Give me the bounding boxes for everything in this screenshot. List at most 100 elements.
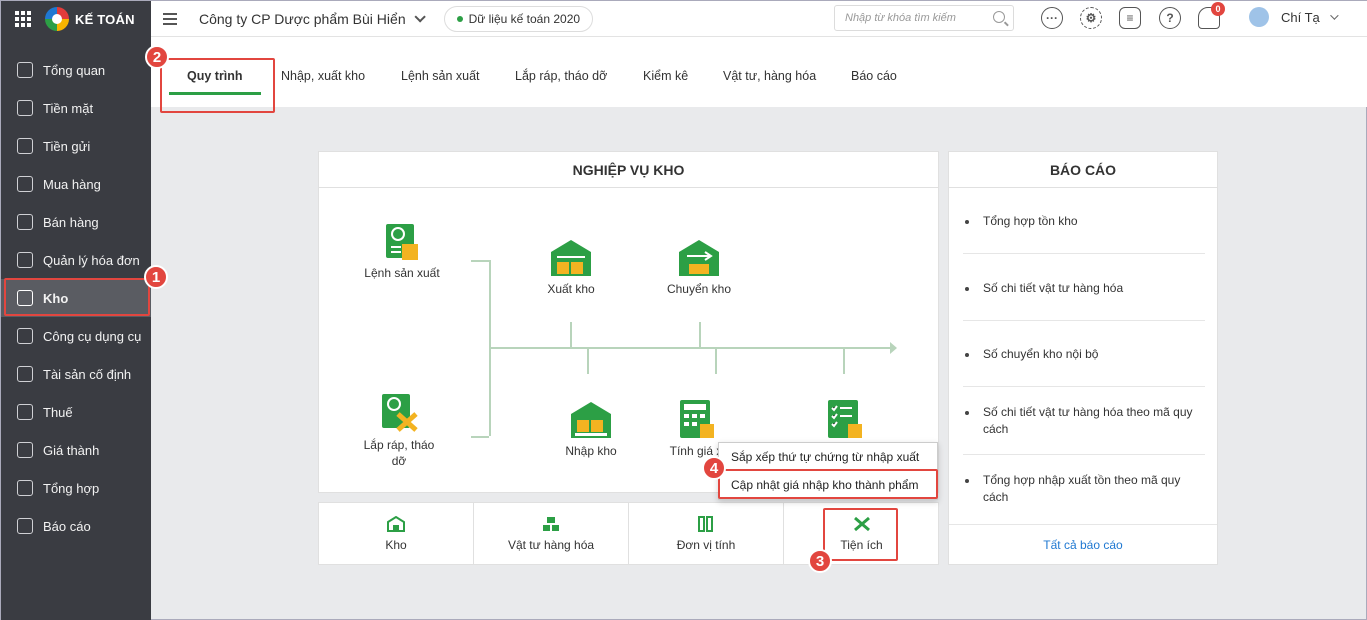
sidebar-item-tong-quan[interactable]: Tổng quan (1, 51, 151, 89)
connector-line (471, 436, 489, 438)
divider (963, 454, 1205, 455)
all-reports-link[interactable]: Tất cả báo cáo (949, 538, 1217, 552)
node-import[interactable]: Nhập kho (551, 400, 631, 459)
sidebar-item-mua-hang[interactable]: Mua hàng (1, 165, 151, 203)
shortcut-vat-tu[interactable]: Vật tư hàng hóa (474, 503, 629, 565)
process-title: NGHIỆP VỤ KHO (319, 152, 938, 188)
report-chart-icon (17, 518, 33, 534)
sidebar-item-hoa-don[interactable]: Quản lý hóa đơn (1, 241, 151, 279)
highlight-box (160, 58, 275, 113)
warehouse-transfer-icon (679, 240, 719, 276)
highlight-box (4, 278, 150, 316)
node-label: Xuất kho (547, 282, 595, 296)
tab-lenh-san-xuat[interactable]: Lệnh sản xuất (401, 69, 480, 83)
car-icon (17, 366, 33, 382)
report-link[interactable]: Tổng hợp nhập xuất tồn theo mã quy cách (963, 472, 1205, 506)
logo-bar: KẾ TOÁN (1, 1, 151, 37)
sidebar-item-label: Mua hàng (43, 176, 101, 192)
shortcut-label: Vật tư hàng hóa (507, 538, 595, 552)
connector-line (587, 349, 589, 374)
divider (963, 253, 1205, 254)
search-input[interactable]: Nhập từ khóa tìm kiếm (834, 5, 1014, 31)
cash-icon (17, 100, 33, 116)
app-grid-icon[interactable] (15, 11, 31, 27)
report-link[interactable]: Tổng hợp tồn kho (963, 213, 1205, 230)
step-badge: 4 (702, 456, 726, 480)
sidebar-item-gia-thanh[interactable]: Giá thành (1, 431, 151, 469)
tools-icon (17, 328, 33, 344)
sidebar-item-label: Công cụ dụng cụ (43, 328, 142, 344)
connector-line (715, 349, 717, 374)
step-badge: 2 (145, 45, 169, 69)
app-logo-icon (45, 7, 69, 31)
tax-icon (17, 404, 33, 420)
company-selector[interactable]: Công ty CP Dược phẩm Bùi Hiển (199, 10, 426, 27)
data-year-label: Dữ liệu kế toán 2020 (468, 11, 581, 26)
assembly-icon (382, 394, 418, 432)
hamburger-menu-icon[interactable] (163, 10, 177, 28)
report-link[interactable]: Số chuyển kho nội bộ (963, 346, 1205, 363)
report-link[interactable]: Số chi tiết vật tư hàng hóa theo mã quy … (963, 404, 1205, 438)
sidebar-item-tong-hop[interactable]: Tổng hợp (1, 469, 151, 507)
chat-bubble-dots-icon[interactable]: ··· (1041, 7, 1063, 29)
node-inventory-check[interactable] (819, 398, 869, 443)
shortcut-don-vi-tinh[interactable]: Đơn vị tính (629, 503, 784, 565)
checklist-icon (828, 400, 862, 438)
step-badge: 3 (808, 549, 832, 573)
tab-bao-cao[interactable]: Báo cáo (851, 69, 897, 83)
menu-item-sort-vouchers[interactable]: Sắp xếp thứ tự chứng từ nhập xuất (719, 443, 937, 471)
node-label: Lắp ráp, tháo dỡ (363, 438, 435, 468)
highlight-box (823, 508, 898, 561)
divider (949, 524, 1217, 525)
notification-badge: 0 (1211, 2, 1225, 16)
node-assembly[interactable]: Lắp ráp, tháo dỡ (357, 392, 441, 469)
sidebar-item-label: Báo cáo (43, 518, 91, 534)
sidebar-item-label: Tiền mặt (43, 100, 94, 116)
help-icon[interactable]: ? (1159, 7, 1181, 29)
avatar (1249, 7, 1269, 27)
boxes-icon (543, 517, 559, 531)
summary-icon (17, 480, 33, 496)
divider (963, 320, 1205, 321)
chevron-down-icon (414, 10, 426, 23)
node-label: Chuyển kho (666, 282, 732, 296)
search-icon[interactable] (993, 11, 1005, 23)
warehouse-import-icon (571, 402, 611, 438)
top-bar: Công ty CP Dược phẩm Bùi Hiển Dữ liệu kế… (151, 1, 1367, 37)
shopping-bag-icon (17, 176, 33, 192)
tab-lap-rap[interactable]: Lắp ráp, tháo dỡ (515, 69, 607, 83)
shortcut-label: Đơn vị tính (676, 538, 736, 552)
module-tabs: Quy trình Nhập, xuất kho Lệnh sản xuất L… (151, 37, 1367, 107)
node-export[interactable]: Xuất kho (531, 238, 611, 297)
sidebar-item-cong-cu[interactable]: Công cụ dụng cụ (1, 317, 151, 355)
tab-vat-tu[interactable]: Vật tư, hàng hóa (723, 69, 816, 83)
data-year-selector[interactable]: Dữ liệu kế toán 2020 (443, 5, 594, 32)
sidebar-item-label: Tổng hợp (43, 480, 100, 496)
status-dot-icon (456, 15, 463, 22)
gear-icon[interactable]: ⚙ (1080, 7, 1102, 29)
sidebar-item-label: Thuế (43, 404, 73, 420)
main-flow-line (489, 347, 894, 349)
message-icon[interactable]: ≡ (1119, 7, 1141, 29)
report-link[interactable]: Số chi tiết vật tư hàng hóa (963, 280, 1205, 297)
node-production-order[interactable]: Lệnh sản xuất (357, 222, 447, 281)
connector-line (471, 260, 489, 262)
ruler-icon (698, 516, 713, 532)
tab-nhap-xuat-kho[interactable]: Nhập, xuất kho (281, 69, 365, 83)
sidebar-item-tien-gui[interactable]: Tiền gửi (1, 127, 151, 165)
sidebar-item-bao-cao[interactable]: Báo cáo (1, 507, 151, 545)
company-name: Công ty CP Dược phẩm Bùi Hiển (199, 10, 406, 27)
tab-kiem-ke[interactable]: Kiểm kê (643, 69, 688, 83)
user-name: Chí Tạ (1281, 9, 1320, 25)
sidebar-item-tien-mat[interactable]: Tiền mặt (1, 89, 151, 127)
bell-icon[interactable]: 0 (1198, 2, 1225, 29)
search-placeholder: Nhập từ khóa tìm kiếm (845, 12, 956, 24)
sidebar-item-thue[interactable]: Thuế (1, 393, 151, 431)
sidebar-item-label: Tiền gửi (43, 138, 91, 154)
user-menu[interactable]: Chí Tạ (1249, 7, 1339, 27)
shortcut-kho[interactable]: Kho (319, 503, 474, 565)
price-tag-icon (17, 442, 33, 458)
sidebar-item-tai-san[interactable]: Tài sản cố định (1, 355, 151, 393)
node-transfer[interactable]: Chuyển kho (659, 238, 739, 297)
sidebar-item-ban-hang[interactable]: Bán hàng (1, 203, 151, 241)
